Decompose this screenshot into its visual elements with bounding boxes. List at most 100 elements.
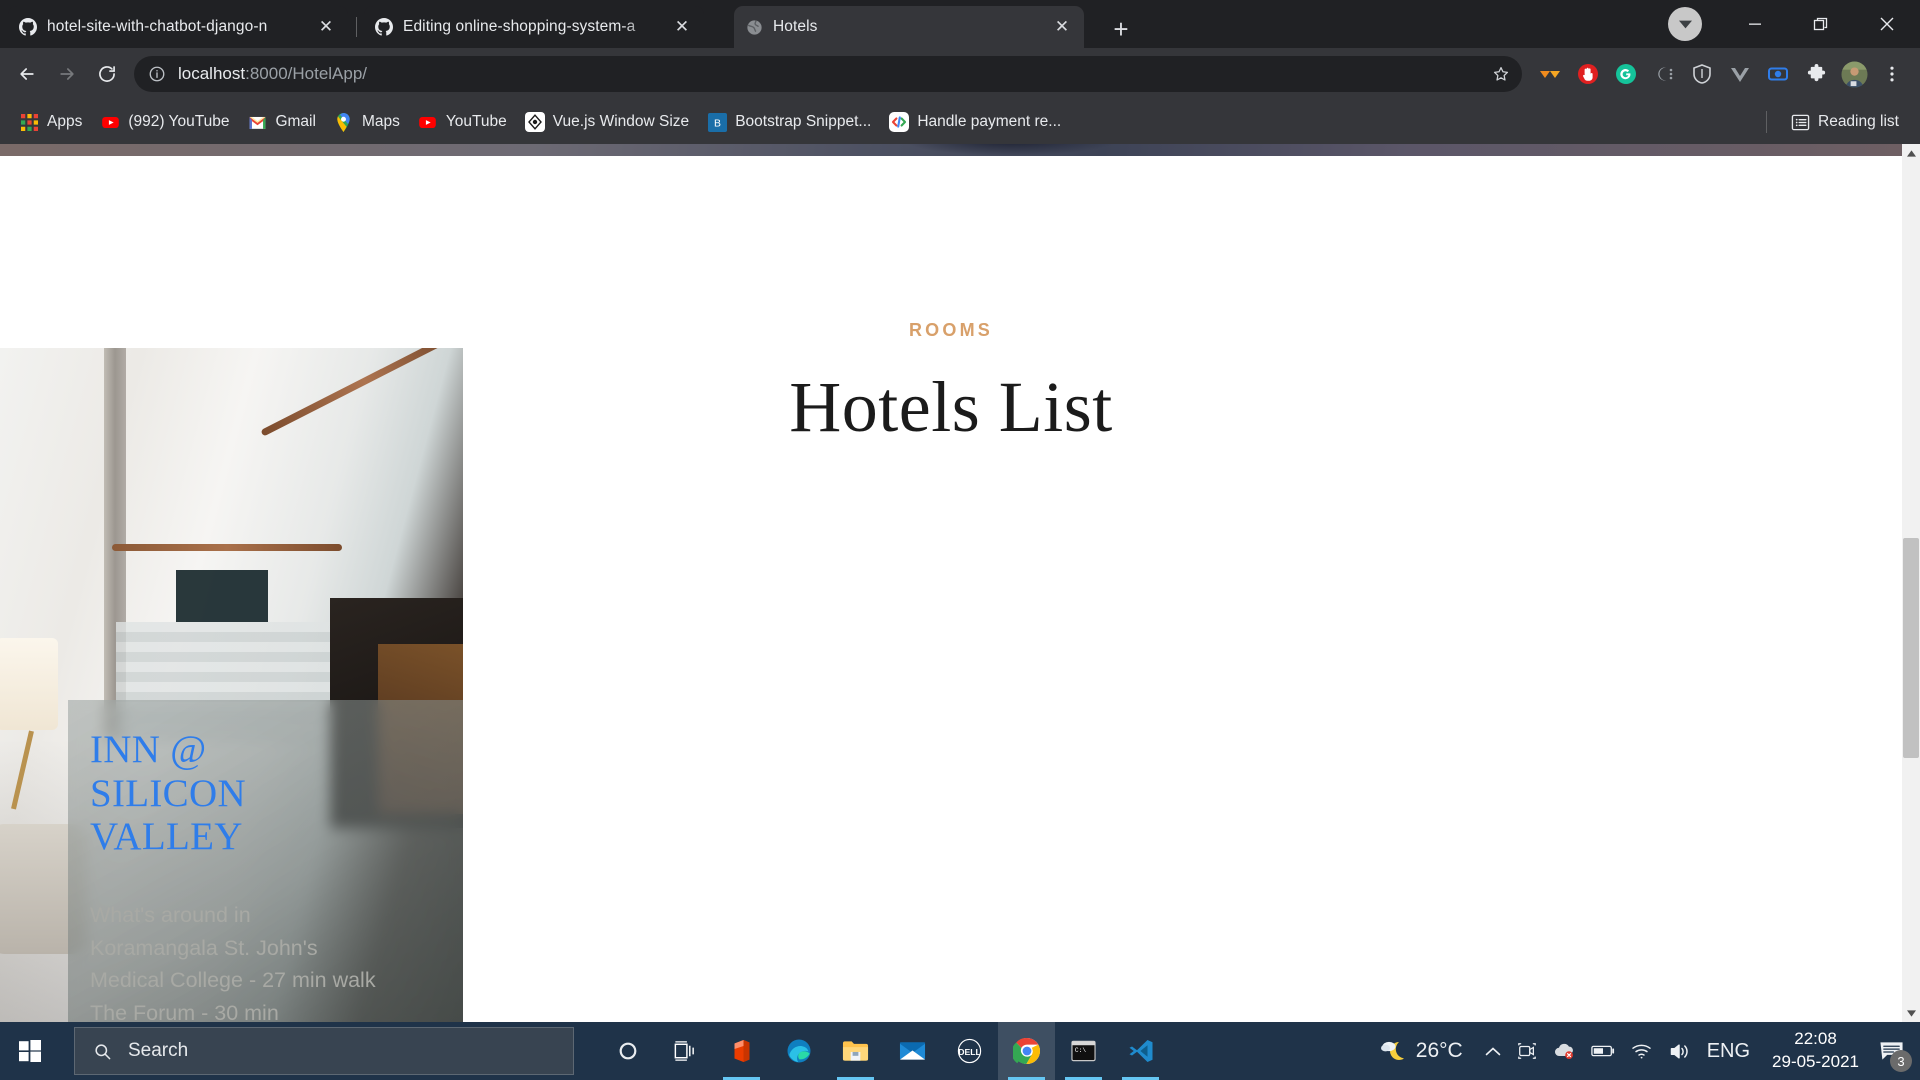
mail-icon[interactable] (884, 1022, 941, 1080)
reload-button[interactable] (88, 55, 126, 93)
bookmark-vuejs-window-size[interactable]: Vue.js Window Size (516, 107, 698, 137)
close-icon[interactable]: ✕ (1050, 15, 1074, 39)
scroll-down-arrow-icon[interactable] (1902, 1004, 1920, 1022)
clock-date: 29-05-2021 (1772, 1052, 1859, 1071)
taskbar-clock[interactable]: 22:08 29-05-2021 (1758, 1022, 1873, 1080)
taskbar-apps: DELL C:\ (599, 1022, 1169, 1080)
bookmark-bootstrap-snippet-label: Bootstrap Snippet... (735, 113, 872, 130)
bookmark-youtube-992-label: (992) YouTube (128, 113, 230, 130)
hotel-card[interactable]: INN @ SILICON VALLEY What's around in Ko… (0, 348, 463, 1022)
vue-devtools-icon[interactable] (1722, 56, 1758, 92)
vertical-scrollbar[interactable] (1902, 144, 1920, 1022)
photo-lamp-stand (11, 730, 34, 810)
maximize-restore-button[interactable] (1788, 0, 1854, 48)
browser-tab-2[interactable]: Editing online-shopping-system-a ✕ (364, 6, 704, 48)
three-dot-menu-icon[interactable] (1874, 56, 1910, 92)
microsoft-edge-icon[interactable] (770, 1022, 827, 1080)
bookmark-maps[interactable]: Maps (325, 107, 409, 137)
screen-recorder-icon[interactable] (1760, 56, 1796, 92)
bookmark-bootstrap-snippet[interactable]: B Bootstrap Snippet... (698, 107, 880, 137)
info-icon[interactable] (148, 65, 166, 83)
bookmark-handle-payment-label: Handle payment re... (917, 113, 1062, 130)
notification-count-badge: 3 (1890, 1050, 1912, 1072)
avatar[interactable] (1836, 56, 1872, 92)
bookmark-handle-payment[interactable]: Handle payment re... (880, 107, 1070, 137)
volume-icon[interactable] (1661, 1022, 1699, 1080)
bookmark-apps[interactable]: Apps (10, 107, 91, 137)
adblock-orange-icon[interactable] (1532, 56, 1568, 92)
section-eyebrow: ROOMS (908, 320, 993, 340)
onedrive-error-icon[interactable] (1545, 1022, 1583, 1080)
privacy-shield-icon[interactable] (1684, 56, 1720, 92)
scroll-up-arrow-icon[interactable] (1902, 144, 1920, 162)
puzzle-extensions-icon[interactable] (1798, 56, 1834, 92)
bookmarks-divider (1766, 111, 1767, 133)
back-button[interactable] (8, 55, 46, 93)
tab-separator (356, 17, 357, 37)
page-viewport: ROOMS Hotels List INN @ SILICON VALLEY W… (0, 144, 1920, 1022)
browser-tab-2-title: Editing online-shopping-system-a (403, 18, 636, 35)
camera-icon[interactable] (1509, 1022, 1545, 1080)
bookmark-youtube-label: YouTube (445, 113, 507, 130)
close-window-button[interactable] (1854, 0, 1920, 48)
new-tab-button[interactable]: + (1104, 12, 1138, 46)
chevron-up-icon[interactable] (1477, 1022, 1509, 1080)
star-icon[interactable] (1486, 59, 1516, 89)
weather-temperature: 26°C (1415, 1039, 1463, 1062)
youtube-icon (418, 112, 438, 132)
url-host: localhost (178, 64, 246, 83)
browser-tab-1[interactable]: hotel-site-with-chatbot-django-n ✕ (8, 6, 348, 48)
close-icon[interactable]: ✕ (314, 15, 338, 39)
extensions-row (1532, 56, 1912, 92)
clock-time: 22:08 (1794, 1029, 1837, 1049)
language-indicator[interactable]: ENG (1699, 1022, 1758, 1080)
system-tray: 26°C ENG 22:08 29-05-2021 3 (1372, 1022, 1920, 1080)
reading-list-button[interactable]: Reading list (1781, 107, 1908, 137)
bookmark-maps-label: Maps (361, 113, 400, 130)
browser-tab-3-active[interactable]: Hotels ✕ (734, 6, 1084, 48)
wifi-icon[interactable] (1623, 1022, 1661, 1080)
globe-icon (744, 17, 764, 37)
cortana-icon[interactable] (599, 1022, 656, 1080)
vuejs-window-icon (524, 112, 545, 132)
photo-handrail-upper (260, 348, 463, 437)
forward-button[interactable] (48, 55, 86, 93)
grammarly-icon[interactable] (1608, 56, 1644, 92)
close-icon[interactable]: ✕ (670, 15, 694, 39)
svg-text:DELL: DELL (958, 1047, 981, 1057)
dell-icon[interactable]: DELL (941, 1022, 998, 1080)
google-chrome-icon[interactable] (998, 1022, 1055, 1080)
reading-list-label: Reading list (1818, 113, 1899, 130)
office-icon[interactable] (713, 1022, 770, 1080)
apps-grid-icon (19, 112, 39, 132)
stop-hand-icon[interactable] (1570, 56, 1606, 92)
hotel-card-title[interactable]: INN @ SILICON VALLEY (90, 728, 340, 859)
moon-cloud-icon[interactable] (1372, 1022, 1416, 1080)
visual-studio-code-icon[interactable] (1112, 1022, 1169, 1080)
bookmark-gmail[interactable]: Gmail (238, 107, 324, 137)
command-prompt-icon[interactable]: C:\ (1055, 1022, 1112, 1080)
svg-text:B: B (714, 118, 721, 129)
bookmarks-bar: Apps (992) YouTube Gmail Maps YouTube Vu… (0, 100, 1920, 144)
colorzilla-icon[interactable] (1646, 56, 1682, 92)
bookmark-youtube-992[interactable]: (992) YouTube (91, 107, 238, 137)
tab-search-caret-icon[interactable] (1668, 7, 1702, 41)
code-brackets-icon (889, 112, 910, 132)
taskbar-search-box[interactable]: Search (74, 1027, 574, 1075)
windows-start-icon[interactable] (0, 1022, 60, 1080)
task-view-icon[interactable] (656, 1022, 713, 1080)
reading-list-area: Reading list (1766, 107, 1908, 137)
hero-image-strip (0, 144, 1902, 156)
address-bar[interactable]: localhost:8000/HotelApp/ (134, 56, 1522, 92)
taskbar-search-placeholder: Search (128, 1040, 189, 1061)
search-icon (93, 1042, 112, 1061)
bookmark-youtube[interactable]: YouTube (409, 107, 516, 137)
maps-pin-icon (334, 112, 354, 132)
scrollbar-thumb[interactable] (1903, 538, 1919, 758)
battery-icon[interactable] (1583, 1022, 1623, 1080)
file-explorer-icon[interactable] (827, 1022, 884, 1080)
notification-icon[interactable]: 3 (1873, 1022, 1920, 1080)
browser-tab-1-title: hotel-site-with-chatbot-django-n (47, 18, 268, 35)
browser-toolbar: localhost:8000/HotelApp/ (0, 48, 1920, 100)
minimize-button[interactable] (1722, 0, 1788, 48)
